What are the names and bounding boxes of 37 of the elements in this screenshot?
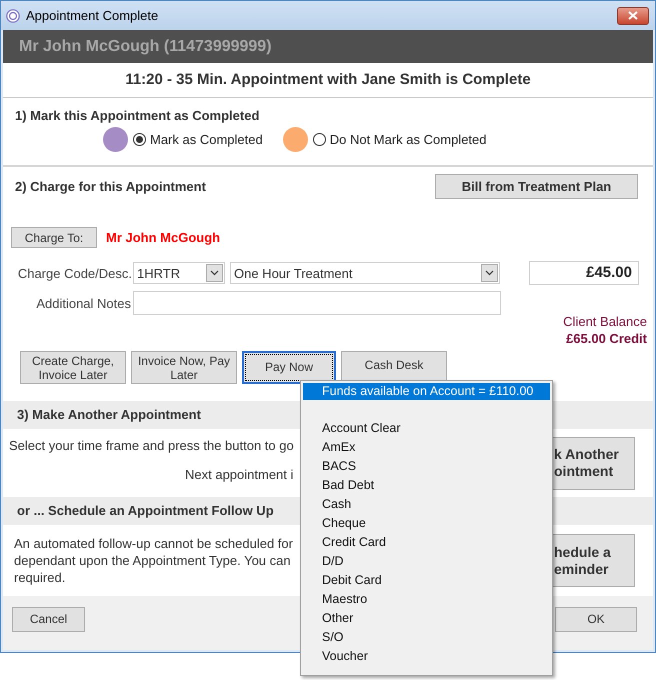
notes-field[interactable] [133,291,501,315]
radio-button[interactable] [133,133,146,146]
instruction-text: Select your time frame and press the button to go [9,438,294,453]
follow-up-text: An automated follow-up cannot be scheduled for dependant upon the Appointment Type. You can required. [13,535,293,586]
plan-button[interactable]: Bill from Treatment Plan [435,174,638,199]
menu-item[interactable]: Other [303,609,550,628]
field-label: Additional Notes [35,296,132,310]
radio-button[interactable] [312,133,326,146]
menu-item[interactable]: Funds available on Account = £110.00 [303,383,550,400]
balance-label: Client Balance [563,314,647,329]
action-button[interactable]: Pay Now [242,351,336,384]
section-heading: 2) Charge for this Appointment [15,179,206,194]
patient-header: Mr John McGough (11473999999) [3,30,653,63]
field-label: Charge Code/Desc. [16,266,133,280]
charge-to-button[interactable]: Charge To: [11,227,97,248]
app-icon [6,8,20,22]
balance-value: £65.00 Credit [565,331,647,346]
radio-label[interactable]: Mark as Completed [150,132,263,147]
menu-item[interactable]: Cash [303,495,550,514]
ok-button[interactable]: OK [555,606,637,632]
radio-label[interactable]: Do Not Mark as Completed [330,132,486,147]
window-title: Appointment Complete [26,8,160,23]
action-button[interactable]: Create Charge, Invoice Later [20,351,126,384]
next-appointment-text: Next appointment i [184,467,294,482]
action-button[interactable]: Invoice Now, Pay Later [131,351,237,384]
dropdown-field[interactable]: 1HRTR [133,262,225,284]
dropdown-field[interactable]: One Hour Treatment [230,262,500,284]
section-heading: 1) Mark this Appointment as Completed [15,108,260,123]
menu-item[interactable]: S/O [303,628,550,647]
amount-field[interactable]: £45.00 [529,261,639,285]
close-icon [628,11,638,20]
menu-item[interactable]: Voucher [303,647,550,666]
menu-item[interactable]: Maestro [303,590,550,609]
appointment-summary: 11:20 - 35 Min. Appointment with Jane Smith is Complete [3,63,653,98]
charge-to-name: Mr John McGough [106,230,220,245]
cancel-button[interactable]: Cancel [12,606,85,632]
close-button[interactable] [617,6,649,24]
